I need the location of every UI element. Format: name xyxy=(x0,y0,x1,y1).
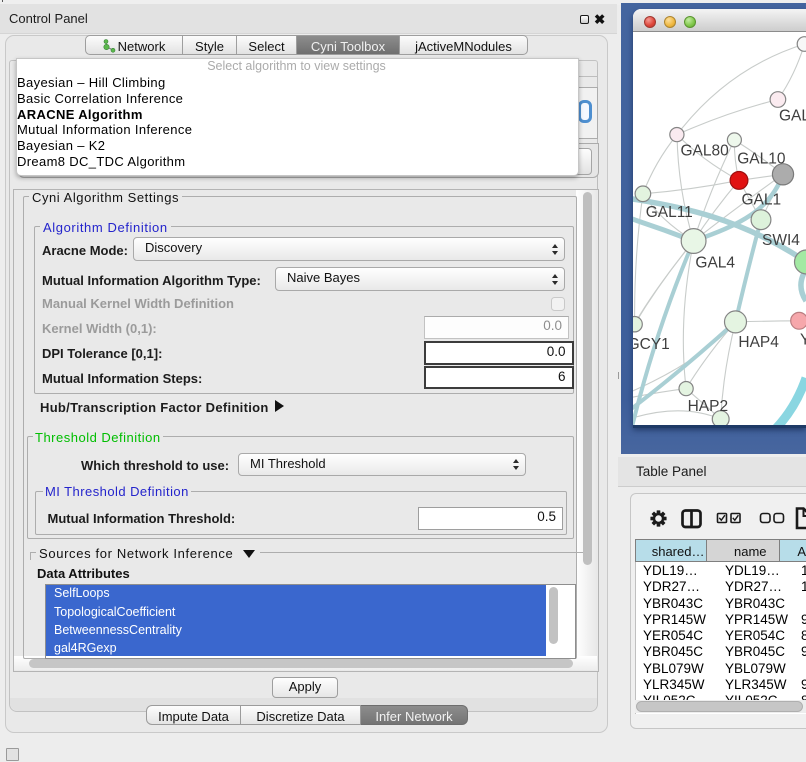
svg-text:GAL: GAL xyxy=(779,108,806,125)
svg-text:SWI4: SWI4 xyxy=(762,232,800,249)
svg-text:GCY1: GCY1 xyxy=(633,336,670,353)
svg-text:GAL4: GAL4 xyxy=(695,254,735,271)
svg-text:GAL10: GAL10 xyxy=(737,151,786,168)
svg-text:HAP2: HAP2 xyxy=(688,398,729,415)
svg-text:Y: Y xyxy=(800,332,806,349)
svg-text:GAL11: GAL11 xyxy=(646,204,693,221)
svg-text:GAL1: GAL1 xyxy=(742,192,782,209)
svg-text:HAP4: HAP4 xyxy=(738,334,779,351)
svg-text:GAL80: GAL80 xyxy=(681,143,730,160)
